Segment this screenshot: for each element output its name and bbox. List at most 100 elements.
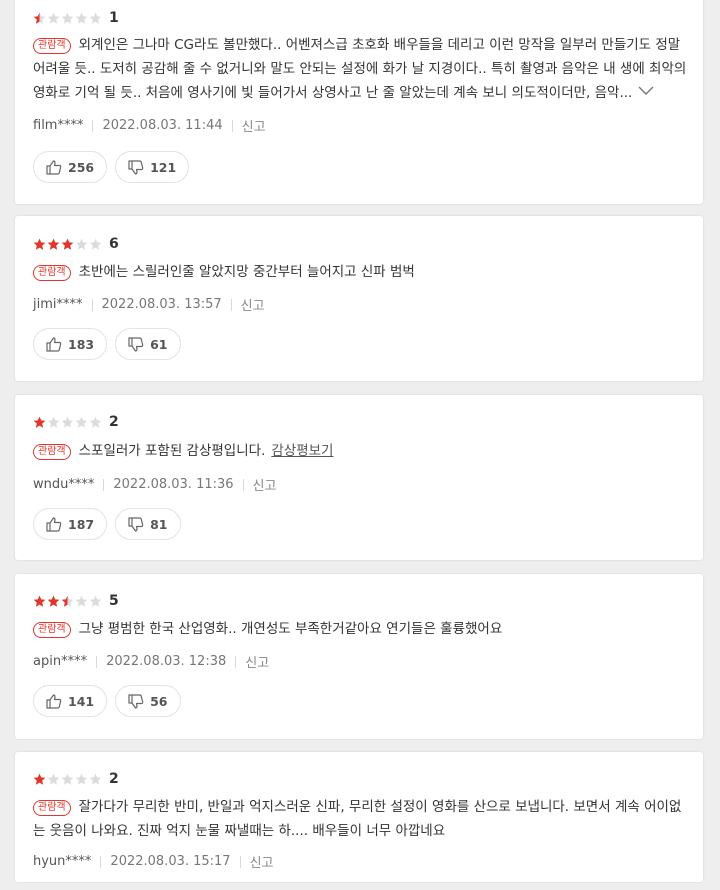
review-body: 관람객 잘가다가 무리한 반미, 반일과 억지스러운 신파, 무리한 설정이 영화… <box>33 796 691 843</box>
thumbs-up-icon <box>46 336 62 352</box>
username: jimi**** <box>33 297 83 312</box>
star-rating <box>33 595 102 608</box>
dislike-button[interactable]: 121 <box>115 151 190 183</box>
rating: 2 <box>33 414 119 430</box>
review-meta: apin**** 2022.08.03. 12:38 신고 <box>33 652 269 671</box>
thumbs-up-icon <box>46 159 62 175</box>
dislike-button[interactable]: 56 <box>115 685 181 717</box>
star-rating <box>33 12 102 25</box>
divider <box>231 119 233 132</box>
star-icon <box>75 238 88 251</box>
report-link[interactable]: 신고 <box>253 475 277 494</box>
report-link[interactable]: 신고 <box>245 652 269 671</box>
review-meta: hyun**** 2022.08.03. 15:17 신고 <box>33 852 274 871</box>
star-icon <box>33 773 46 786</box>
review-text: 그냥 평범한 한국 산업영화.. 개연성도 부족한거같아요 연기들은 훌륭했어요 <box>78 621 503 637</box>
star-icon <box>61 238 74 251</box>
thumbs-down-icon <box>128 693 144 709</box>
review-meta: film**** 2022.08.03. 11:44 신고 <box>33 116 266 135</box>
star-icon <box>89 238 102 251</box>
star-icon <box>47 238 60 251</box>
reaction-buttons: 187 81 <box>33 508 181 540</box>
review-card: 2 관람객 잘가다가 무리한 반미, 반일과 억지스러운 신파, 무리한 설정이 … <box>15 752 703 882</box>
viewer-badge: 관람객 <box>33 265 71 281</box>
review-card: 1 관람객 외계인은 그나마 CG라도 볼만했다.. 어벤져스급 초호화 배우들을… <box>15 0 703 204</box>
review-meta: jimi**** 2022.08.03. 13:57 신고 <box>33 295 265 314</box>
star-icon <box>61 595 74 608</box>
dislike-count: 56 <box>150 693 168 709</box>
rating: 2 <box>33 771 119 787</box>
review-date: 2022.08.03. 15:17 <box>110 854 231 869</box>
star-icon <box>75 595 88 608</box>
star-icon <box>89 773 102 786</box>
star-icon <box>47 773 60 786</box>
star-icon <box>89 595 102 608</box>
rating: 5 <box>33 593 119 609</box>
star-icon <box>33 595 46 608</box>
review-date: 2022.08.03. 12:38 <box>106 654 227 669</box>
username: wndu**** <box>33 477 95 492</box>
viewer-badge: 관람객 <box>33 622 71 638</box>
review-body: 관람객 그냥 평범한 한국 산업영화.. 개연성도 부족한거같아요 연기들은 훌륭… <box>33 618 691 642</box>
like-button[interactable]: 141 <box>33 685 108 717</box>
rating: 6 <box>33 236 119 252</box>
star-icon <box>75 416 88 429</box>
divider <box>239 855 241 868</box>
like-button[interactable]: 183 <box>33 328 108 360</box>
divider <box>103 478 105 491</box>
thumbs-up-icon <box>46 693 62 709</box>
divider <box>100 855 102 868</box>
review-meta: wndu**** 2022.08.03. 11:36 신고 <box>33 475 276 494</box>
dislike-button[interactable]: 61 <box>115 328 181 360</box>
review-card: 6 관람객 초반에는 스릴러인줄 알았지망 중간부터 늘어지고 신파 범벅 jim… <box>15 216 703 381</box>
star-icon <box>89 416 102 429</box>
star-rating <box>33 416 102 429</box>
view-spoiler-link[interactable]: 감상평보기 <box>271 443 333 459</box>
review-body: 관람객 외계인은 그나마 CG라도 볼만했다.. 어벤져스급 초호화 배우들을 데… <box>33 34 691 105</box>
report-link[interactable]: 신고 <box>242 116 266 135</box>
reaction-buttons: 141 56 <box>33 685 181 717</box>
divider <box>242 478 244 491</box>
star-icon <box>47 12 60 25</box>
divider <box>92 119 94 132</box>
report-link[interactable]: 신고 <box>250 852 274 871</box>
report-link[interactable]: 신고 <box>241 295 265 314</box>
divider <box>235 655 237 668</box>
like-button[interactable]: 256 <box>33 151 108 183</box>
thumbs-down-icon <box>128 336 144 352</box>
score: 1 <box>109 10 119 26</box>
chevron-down-icon[interactable] <box>638 81 654 105</box>
divider <box>91 298 93 311</box>
review-date: 2022.08.03. 11:36 <box>113 477 234 492</box>
username: film**** <box>33 118 84 133</box>
like-count: 183 <box>68 336 95 352</box>
divider <box>230 298 232 311</box>
review-date: 2022.08.03. 11:44 <box>102 118 223 133</box>
review-body: 관람객 스포일러가 포함된 감상평입니다. 감상평보기 <box>33 440 691 464</box>
score: 5 <box>109 593 119 609</box>
dislike-count: 61 <box>150 336 168 352</box>
star-icon <box>33 12 46 25</box>
review-text: 초반에는 스릴러인줄 알았지망 중간부터 늘어지고 신파 범벅 <box>78 264 415 280</box>
star-icon <box>61 12 74 25</box>
viewer-badge: 관람객 <box>33 444 71 460</box>
star-icon <box>47 416 60 429</box>
score: 6 <box>109 236 119 252</box>
reaction-buttons: 183 61 <box>33 328 181 360</box>
thumbs-down-icon <box>128 516 144 532</box>
viewer-badge: 관람객 <box>33 38 71 54</box>
username: apin**** <box>33 654 88 669</box>
dislike-button[interactable]: 81 <box>115 508 181 540</box>
star-icon <box>61 416 74 429</box>
review-card: 2 관람객 스포일러가 포함된 감상평입니다. 감상평보기 wndu**** 202… <box>15 395 703 560</box>
score: 2 <box>109 771 119 787</box>
star-icon <box>89 12 102 25</box>
like-button[interactable]: 187 <box>33 508 108 540</box>
reaction-buttons: 256 121 <box>33 151 190 183</box>
review-text: 외계인은 그나마 CG라도 볼만했다.. 어벤져스급 초호화 배우들을 데리고 … <box>33 37 687 101</box>
star-icon <box>47 595 60 608</box>
like-count: 141 <box>68 693 95 709</box>
like-count: 256 <box>68 159 95 175</box>
review-text: 잘가다가 무리한 반미, 반일과 억지스러운 신파, 무리한 설정이 영화를 산… <box>33 799 682 839</box>
score: 2 <box>109 414 119 430</box>
